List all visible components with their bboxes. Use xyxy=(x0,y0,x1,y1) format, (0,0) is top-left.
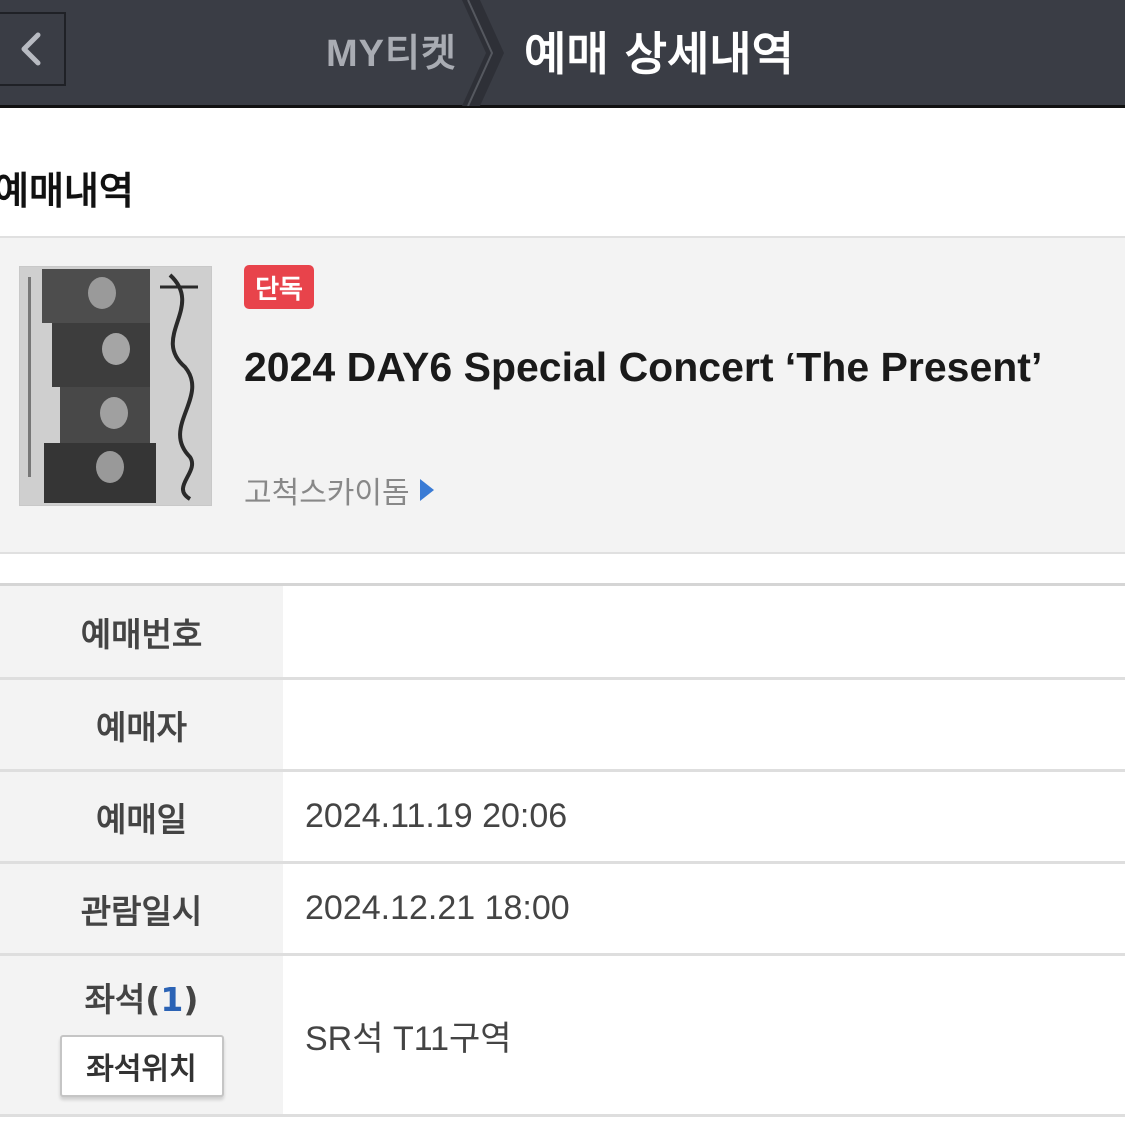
seat-count: 1 xyxy=(160,980,184,1019)
event-card: 단독 2024 DAY6 Special Concert ‘The Presen… xyxy=(0,236,1125,554)
venue-link[interactable]: 고척스카이돔 xyxy=(244,468,434,512)
exclusive-badge: 단독 xyxy=(244,265,314,309)
table-row: 관람일시 2024.12.21 18:00 xyxy=(0,864,1125,956)
breadcrumb-my-ticket[interactable]: MY티켓 xyxy=(326,22,457,77)
breadcrumb-separator xyxy=(462,0,504,106)
booking-number-label: 예매번호 xyxy=(0,586,283,677)
booking-number-value xyxy=(283,586,1125,677)
seat-label-cell: 좌석(1) 좌석위치 xyxy=(0,956,283,1114)
table-row: 예매일 2024.11.19 20:06 xyxy=(0,772,1125,864)
venue-name: 고척스카이돔 xyxy=(244,476,410,511)
viewing-datetime-value: 2024.12.21 18:00 xyxy=(283,864,1125,953)
event-title[interactable]: 2024 DAY6 Special Concert ‘The Present’ xyxy=(244,342,1104,392)
booking-date-value: 2024.11.19 20:06 xyxy=(283,772,1125,861)
table-row: 예매번호 xyxy=(0,586,1125,680)
seat-label-close: ) xyxy=(183,980,199,1019)
concert-poster-image xyxy=(19,266,212,506)
table-row: 좌석(1) 좌석위치 SR석 T11구역 xyxy=(0,956,1125,1117)
booker-value xyxy=(283,680,1125,769)
section-title: 예매내역 xyxy=(0,169,134,213)
seat-value: SR석 T11구역 xyxy=(283,956,1125,1114)
seat-label-text: 좌석( xyxy=(84,980,161,1019)
back-button[interactable] xyxy=(0,12,66,86)
play-arrow-icon xyxy=(419,479,434,501)
viewing-datetime-label: 관람일시 xyxy=(0,864,283,953)
chevron-left-icon xyxy=(21,32,41,66)
seat-label: 좌석(1) xyxy=(85,973,199,1021)
booking-details-table: 예매번호 예매자 예매일 2024.11.19 20:06 관람일시 2024.… xyxy=(0,583,1125,1117)
booker-label: 예매자 xyxy=(0,680,283,769)
top-navigation-bar: MY티켓 예매 상세내역 xyxy=(0,0,1125,108)
page-title: 예매 상세내역 xyxy=(524,27,794,81)
seat-location-button[interactable]: 좌석위치 xyxy=(59,1035,224,1097)
table-row: 예매자 xyxy=(0,680,1125,772)
booking-date-label: 예매일 xyxy=(0,772,283,861)
